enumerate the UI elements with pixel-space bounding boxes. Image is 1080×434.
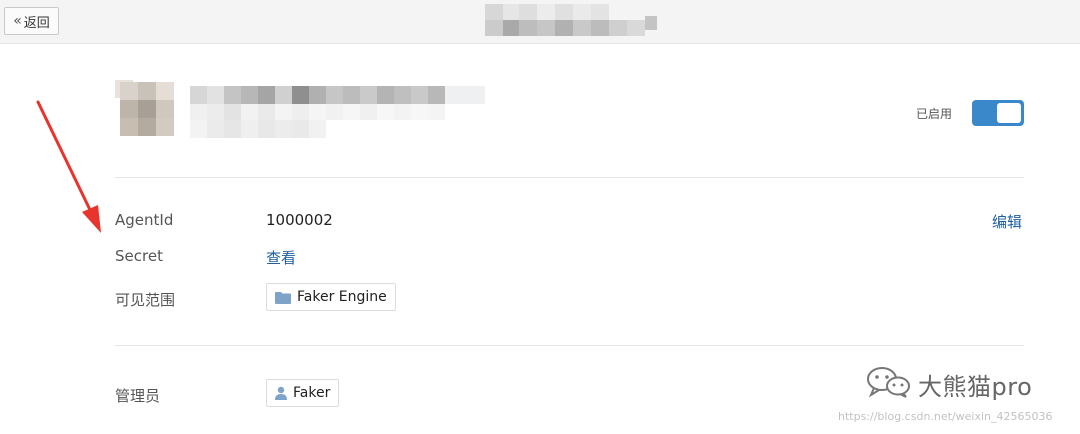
enabled-toggle[interactable] [972, 100, 1024, 126]
watermark-url: https://blog.csdn.net/weixin_42565036 [838, 410, 1053, 423]
top-bar: « 返回 [0, 0, 1080, 44]
visibility-scope-value: Faker Engine [297, 289, 387, 305]
wechat-icon [866, 366, 912, 402]
watermark-text: 大熊猫pro [918, 372, 1033, 401]
toggle-knob [997, 103, 1021, 123]
secret-view-link[interactable]: 查看 [266, 247, 296, 268]
enabled-status-label: 已启用 [916, 107, 953, 121]
app-header-blurred [105, 68, 505, 158]
visibility-scope-chip[interactable]: Faker Engine [266, 283, 396, 311]
watermark: 大熊猫pro [866, 366, 1032, 402]
back-button[interactable]: « 返回 [4, 7, 59, 35]
folder-icon [275, 291, 291, 304]
person-icon [275, 386, 287, 400]
page-title-blurred [485, 4, 657, 36]
divider-top [115, 177, 1024, 178]
secret-label: Secret [115, 247, 163, 265]
admin-label: 管理员 [115, 387, 161, 405]
admin-chip[interactable]: Faker [266, 379, 340, 407]
back-button-label: 返回 [23, 15, 50, 31]
visibility-scope-label: 可见范围 [115, 291, 176, 309]
agentid-label: AgentId [115, 211, 174, 229]
admin-value: Faker [293, 385, 331, 401]
edit-link[interactable]: 编辑 [992, 211, 1022, 232]
agentid-value: 1000002 [266, 211, 333, 229]
divider-bottom [115, 345, 1024, 346]
double-chevron-left-icon: « [13, 13, 22, 29]
